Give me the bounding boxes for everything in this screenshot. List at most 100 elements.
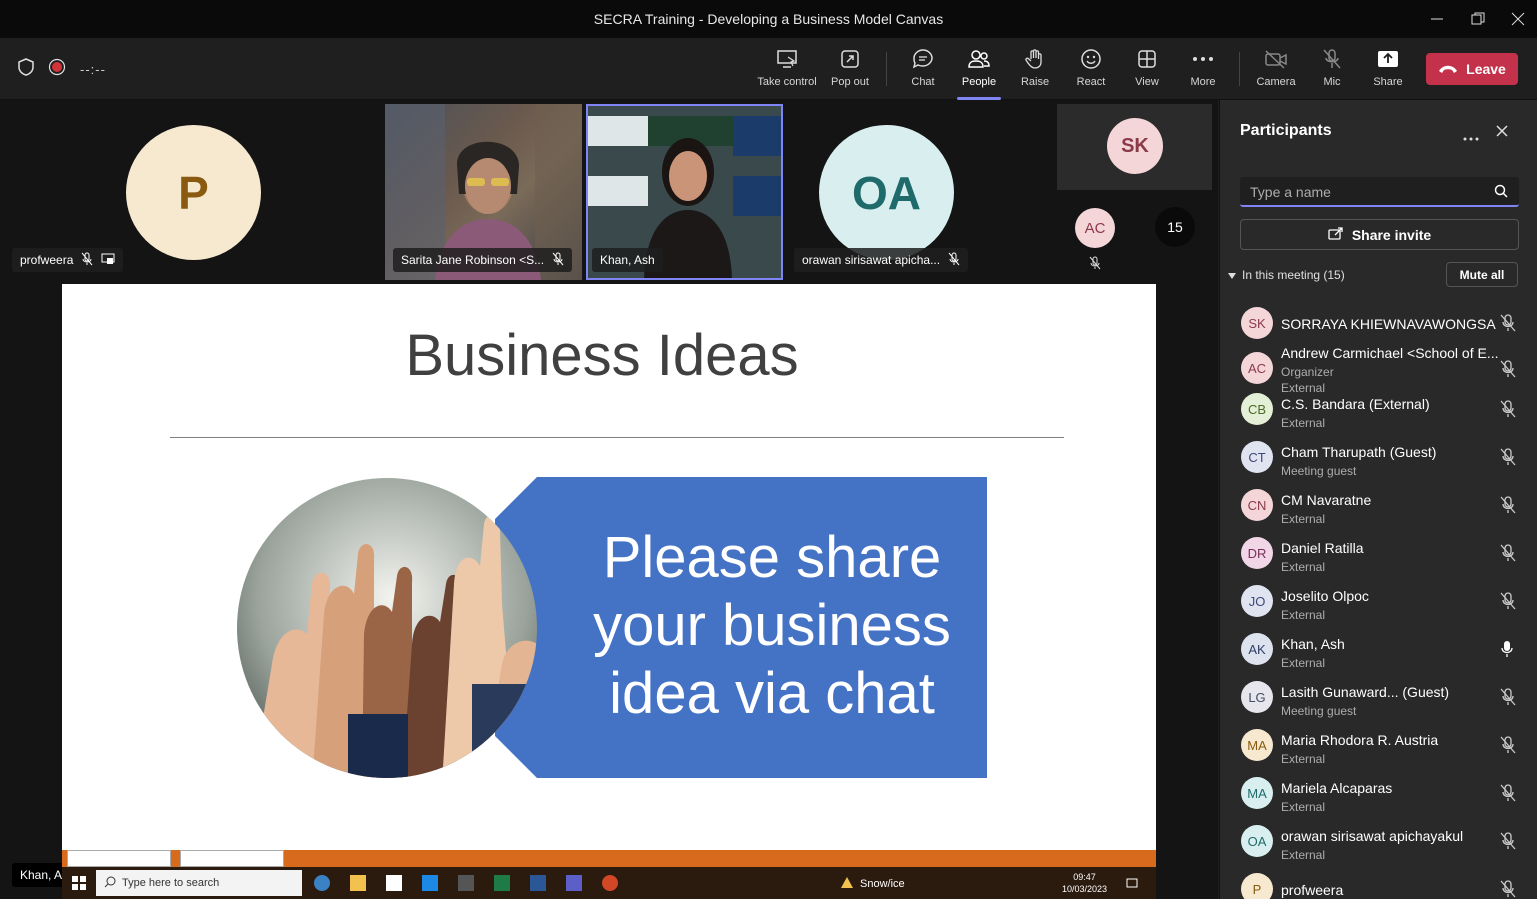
recording-icon[interactable]: [48, 58, 66, 81]
more-options-icon[interactable]: [1463, 128, 1479, 146]
word-icon[interactable]: [530, 875, 546, 891]
participant-name: CM Navaratne: [1281, 492, 1372, 508]
edge-icon[interactable]: [314, 875, 330, 891]
file-explorer-icon[interactable]: [350, 875, 366, 891]
participant-tile-profweera[interactable]: P profweera: [0, 100, 383, 280]
participant-row[interactable]: AK Khan, Ash External: [1220, 630, 1537, 678]
participant-name: C.S. Bandara (External): [1281, 396, 1430, 412]
grid-icon: [1137, 46, 1157, 72]
mic-icon[interactable]: [1500, 640, 1514, 663]
mic-off-icon[interactable]: [1500, 880, 1516, 899]
taskbar-clock[interactable]: 09:47 10/03/2023: [1062, 871, 1107, 895]
participant-row[interactable]: CT Cham Tharupath (Guest) Meeting guest: [1220, 438, 1537, 486]
weather-widget[interactable]: Snow/ice: [840, 876, 905, 892]
avatar: DR: [1241, 537, 1273, 569]
overflow-count-badge[interactable]: 15: [1155, 207, 1195, 247]
mic-off-icon[interactable]: [1500, 736, 1516, 759]
participant-name: Cham Tharupath (Guest): [1281, 444, 1437, 460]
react-button[interactable]: React: [1060, 46, 1122, 94]
search-input[interactable]: [1250, 182, 1480, 202]
avatar: LG: [1241, 681, 1273, 713]
participant-row[interactable]: OA orawan sirisawat apichayakul External: [1220, 822, 1537, 870]
view-button[interactable]: View: [1116, 46, 1178, 94]
phone-hangup-icon: [1438, 61, 1458, 77]
avatar: CT: [1241, 441, 1273, 473]
more-dots-icon: [1192, 46, 1214, 72]
participant-name: SORRAYA KHIEWNAVAWONGSA: [1281, 316, 1496, 332]
close-window-button[interactable]: [1495, 0, 1537, 38]
participants-panel: Participants Share invite In this meetin…: [1219, 100, 1537, 899]
shield-icon[interactable]: [18, 58, 34, 81]
mic-off-icon[interactable]: [1500, 688, 1516, 711]
share-invite-button[interactable]: Share invite: [1240, 219, 1519, 250]
participant-row[interactable]: JO Joselito Olpoc External: [1220, 582, 1537, 630]
participant-role: External: [1281, 752, 1326, 766]
raise-hand-button[interactable]: Raise: [1004, 46, 1066, 94]
store-icon[interactable]: [386, 875, 402, 891]
participant-role: External: [1281, 416, 1326, 430]
take-control-button[interactable]: Take control: [756, 46, 818, 94]
name-tag: profweera: [12, 248, 124, 272]
mute-all-button[interactable]: Mute all: [1446, 262, 1518, 287]
people-button[interactable]: People: [948, 46, 1010, 100]
participant-role: External: [1281, 800, 1326, 814]
participant-row[interactable]: CB C.S. Bandara (External) External: [1220, 390, 1537, 438]
participant-row[interactable]: LG Lasith Gunaward... (Guest) Meeting gues…: [1220, 678, 1537, 726]
participant-name: Joselito Olpoc: [1281, 588, 1369, 604]
people-icon: [967, 46, 991, 72]
powerpoint-icon[interactable]: [602, 875, 618, 891]
meeting-toolbar: --:-- Take control Pop out Chat People R…: [0, 38, 1537, 100]
mic-off-icon[interactable]: [1500, 314, 1516, 337]
excel-icon[interactable]: [494, 875, 510, 891]
avatar-ac[interactable]: AC: [1075, 208, 1115, 248]
participant-row[interactable]: Pprofweera: [1220, 870, 1537, 899]
mic-off-icon[interactable]: [1500, 592, 1516, 615]
participant-row[interactable]: CN CM Navaratne External: [1220, 486, 1537, 534]
participant-tile-orawan[interactable]: OA orawan sirisawat apicha...: [790, 100, 980, 280]
mic-off-icon[interactable]: [1500, 784, 1516, 807]
pop-out-button[interactable]: Pop out: [819, 46, 881, 94]
mic-button[interactable]: Mic: [1301, 46, 1363, 94]
participant-name: Lasith Gunaward... (Guest): [1281, 684, 1450, 700]
avatar: AC: [1241, 352, 1273, 384]
taskbar-search-box[interactable]: Type here to search: [96, 870, 302, 896]
avatar: CN: [1241, 489, 1273, 521]
teams-icon[interactable]: [566, 875, 582, 891]
camera-button[interactable]: Camera: [1245, 46, 1307, 94]
chevron-down-icon: [1228, 268, 1236, 282]
mail-icon[interactable]: [422, 875, 438, 891]
windows-start-icon[interactable]: [72, 876, 86, 895]
more-button[interactable]: More: [1172, 46, 1234, 94]
notification-icon[interactable]: [1126, 876, 1138, 894]
mic-off-icon[interactable]: [1500, 496, 1516, 519]
chat-button[interactable]: Chat: [892, 46, 954, 94]
mic-off-icon[interactable]: [1500, 448, 1516, 471]
avatar: P: [126, 125, 261, 260]
banner-text: Please share your business idea via chat: [593, 525, 951, 726]
search-icon: [104, 876, 116, 891]
participant-row[interactable]: DR Daniel Ratilla External: [1220, 534, 1537, 582]
in-meeting-section-toggle[interactable]: In this meeting (15): [1228, 268, 1345, 282]
mic-off-icon[interactable]: [1500, 544, 1516, 567]
participant-role: External: [1281, 560, 1326, 574]
app-icon[interactable]: [458, 875, 474, 891]
minimize-button[interactable]: [1414, 0, 1460, 38]
participant-tile-sk[interactable]: SK: [1057, 104, 1212, 190]
mic-off-icon: [948, 252, 960, 269]
participant-row[interactable]: AC Andrew Carmichael <School of E... Organ…: [1220, 342, 1537, 395]
participant-row[interactable]: MA Maria Rhodora R. Austria External: [1220, 726, 1537, 774]
participant-row[interactable]: MA Mariela Alcaparas External: [1220, 774, 1537, 822]
participant-video-sarita[interactable]: Sarita Jane Robinson <S...: [385, 104, 582, 280]
avatar: SK: [1241, 307, 1273, 339]
avatar: MA: [1241, 729, 1273, 761]
mic-off-icon[interactable]: [1500, 832, 1516, 855]
participant-role: External: [1281, 848, 1326, 862]
participant-video-khan-ash[interactable]: Khan, Ash: [586, 104, 783, 280]
mic-off-icon[interactable]: [1500, 360, 1516, 383]
participant-search[interactable]: [1240, 177, 1519, 207]
mic-off-icon[interactable]: [1500, 400, 1516, 423]
leave-button[interactable]: Leave: [1426, 53, 1518, 85]
share-button[interactable]: Share: [1357, 46, 1419, 94]
search-icon: [1494, 184, 1508, 203]
close-icon[interactable]: [1496, 124, 1508, 142]
